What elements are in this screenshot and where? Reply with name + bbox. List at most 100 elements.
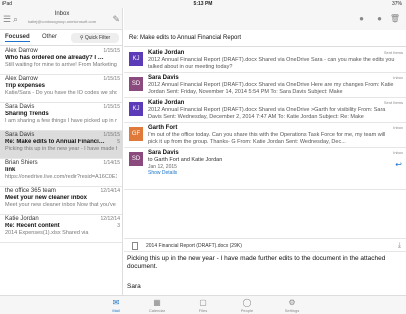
message-preview: Picking this up in the new year - I have… [5, 146, 117, 152]
message-list-pane: ☰ ⌕ Inbox katiej@contosogroup.onmicrosof… [0, 8, 123, 295]
thread-count: 5 [117, 139, 120, 145]
files-icon: ▢ [199, 298, 207, 307]
message-date: 1/15/15 [103, 48, 120, 54]
conversation-thread: KJ Katie Jordan 2012 Annual Financial Re… [124, 48, 406, 190]
reading-pane: ● ● 🗑 Re: Make edits to Annual Financial… [124, 8, 406, 295]
menu-icon[interactable]: ☰ [3, 14, 11, 24]
tab-other[interactable]: Other [42, 34, 57, 40]
message-sender: Brian Shiers [5, 160, 38, 166]
folder-tag: Inbox [393, 150, 403, 155]
settings-icon: ⚙ [288, 298, 296, 307]
list-item[interactable]: Sara Davis Sharing Trends I am sharing a… [0, 103, 122, 131]
tab-focused[interactable]: Focused [5, 34, 30, 42]
document-icon [132, 242, 138, 250]
list-item[interactable]: Alex Darrow Who has ordered one already?… [0, 47, 122, 75]
message-date: 1/15/15 [103, 104, 120, 110]
message-sender: Alex Darrow [5, 76, 38, 82]
tab-calendar[interactable]: ▦ Calendar [137, 298, 177, 313]
message-subject: Re: Make edits to Annual Financial... [5, 139, 105, 145]
thread-count: 3 [117, 223, 120, 229]
thread-preview: 2012 Annual Financial Report (DRAFT).doc… [148, 107, 386, 120]
recipients: to Garth Fort and Katie Jordan [148, 157, 223, 163]
thread-item[interactable]: KJ Katie Jordan 2012 Annual Financial Re… [124, 98, 406, 123]
message-preview: I am sharing a few things I have picked … [5, 118, 117, 124]
tab-label: Settings [284, 308, 300, 313]
reading-toolbar: ● ● 🗑 [124, 8, 406, 30]
message-preview: https://onedrive.live.com/redir?resid=A1… [5, 174, 117, 180]
thread-sender: Katie Jordan [148, 100, 185, 106]
message-sender: Sara Davis [5, 104, 35, 110]
message-sender: Sara Davis [5, 132, 35, 138]
filter-bar: Focused Other ⚲ Quick Filter [0, 30, 122, 46]
mailbox-account: katiej@contosogroup.onmicrosoft.com [27, 19, 97, 24]
list-item[interactable]: Katie Jordan Re: Recent content 2014 Exp… [0, 215, 122, 243]
message-date: 12/12/14 [100, 216, 120, 222]
thread-preview: I'm out of the office today. Can you sha… [148, 132, 386, 145]
message-preview: Katie/Sara - Do you have the IO codes we… [5, 90, 117, 96]
calendar-icon: ▦ [153, 298, 161, 307]
list-item[interactable]: Brian Shiers link https://onedrive.live.… [0, 159, 122, 187]
message-subject: Trip expenses [5, 83, 46, 89]
battery-label: 37% [391, 1, 402, 7]
message-subject: Who has ordered one already? I can' [5, 55, 105, 61]
avatar: KJ [129, 52, 143, 66]
thread-sender: Sara Davis [148, 150, 179, 156]
flag-icon[interactable]: ● [359, 14, 364, 24]
tab-people[interactable]: ◯ People [227, 298, 267, 313]
thread-item[interactable]: KJ Katie Jordan 2012 Annual Financial Re… [124, 48, 406, 73]
folder-tag: Sent Items [383, 50, 403, 55]
message-sender: Alex Darrow [5, 48, 38, 54]
app: iPad 5:13 PM 37% ☰ ⌕ Inbox katiej@contos… [0, 0, 406, 314]
avatar: KJ [129, 102, 143, 116]
attachment[interactable]: 2014 Financial Report (DRAFT).docx (29K)… [124, 238, 406, 252]
list-item-selected[interactable]: Sara Davis Re: Make edits to Annual Fina… [0, 131, 122, 159]
message-subject: Re: Recent content [5, 223, 60, 229]
tab-bar: ✉ Mail ▦ Calendar ▢ Files ◯ People ⚙ Settings [0, 295, 406, 314]
message-preview: Still waiting for mine to arrive! From M… [5, 62, 117, 68]
tab-label: People [240, 308, 254, 313]
download-icon[interactable]: ⤓ [398, 239, 401, 253]
message-date: 1/15/15 [103, 132, 120, 138]
attachment-name: 2014 Financial Report (DRAFT).docx (29K) [146, 243, 242, 249]
thread-preview: 2012 Annual Financial Report (DRAFT).doc… [148, 82, 394, 95]
reading-subject: Re: Make edits to Annual Financial Repor… [124, 30, 406, 47]
message-date: 12/14/14 [100, 188, 120, 194]
tab-files[interactable]: ▢ Files [183, 298, 223, 313]
message-list: Alex Darrow Who has ordered one already?… [0, 47, 122, 243]
list-item[interactable]: Alex Darrow Trip expenses Katie/Sara - D… [0, 75, 122, 103]
mailbox-title: Inbox [54, 11, 70, 17]
avatar: GF [129, 127, 143, 141]
message-subject: Sharing Trends [5, 111, 49, 117]
status-bar: iPad 5:13 PM 37% [0, 0, 406, 8]
message-body: Picking this up in the new year - I have… [127, 255, 386, 270]
message-date: 1/14/15 [103, 160, 120, 166]
thread-item[interactable]: SD Sara Davis 2012 Annual Financial Repo… [124, 73, 406, 98]
compose-icon[interactable]: ✎ [112, 14, 120, 24]
thread-item[interactable]: GF Garth Fort I'm out of the office toda… [124, 123, 406, 148]
move-icon[interactable]: ● [377, 14, 382, 24]
people-icon: ◯ [242, 298, 252, 307]
list-header: ☰ ⌕ Inbox katiej@contosogroup.onmicrosof… [0, 8, 122, 30]
message-subject: link [5, 167, 16, 173]
message-signature: Sara [127, 283, 141, 290]
search-icon[interactable]: ⌕ [13, 14, 18, 24]
reply-icon[interactable]: ↩ [395, 160, 402, 169]
folder-tag: Sent Items [383, 100, 403, 105]
message-date: 1/15/15 [103, 76, 120, 82]
tab-mail[interactable]: ✉ Mail [96, 298, 136, 313]
avatar: SD [129, 152, 143, 166]
thread-preview: 2012 Annual Financial Report (DRAFT).doc… [148, 57, 395, 70]
tab-settings[interactable]: ⚙ Settings [272, 298, 312, 313]
quick-filter-button[interactable]: ⚲ Quick Filter [71, 33, 119, 43]
tab-label: Mail [112, 308, 120, 313]
avatar: SD [129, 77, 143, 91]
trash-icon[interactable]: 🗑 [390, 14, 400, 24]
show-details-link[interactable]: Show Details [148, 170, 177, 176]
message-preview: 2014 Expenses(1).xlsx Shared via [5, 230, 89, 236]
clock: 5:13 PM [193, 1, 213, 7]
list-item[interactable]: the office 365 team Meet your new cleane… [0, 187, 122, 215]
tab-label: Files [198, 308, 208, 313]
thread-sender: Katie Jordan [148, 50, 185, 56]
message-subject: Meet your new cleaner inbox [5, 195, 88, 201]
thread-sender: Sara Davis [148, 75, 179, 81]
